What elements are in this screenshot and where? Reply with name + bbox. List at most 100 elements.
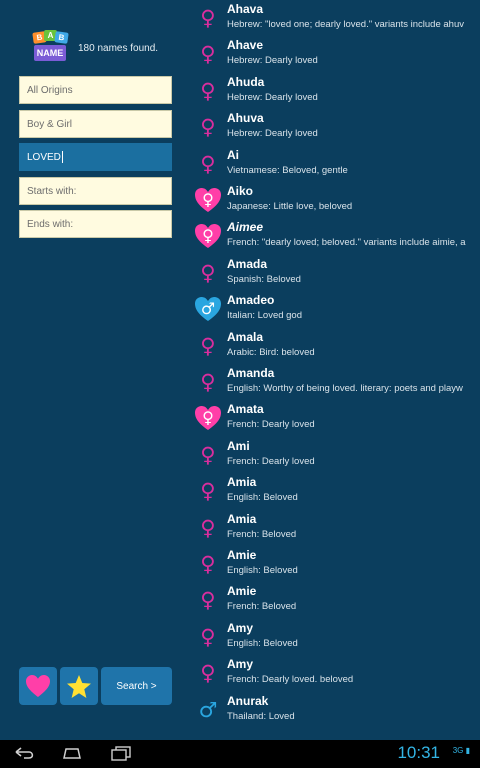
name-meaning: English: Beloved <box>227 492 298 504</box>
female-symbol-icon[interactable]: ♀ <box>194 659 222 687</box>
name-row[interactable]: ♀ Amanda English: Worthy of being loved. l… <box>190 364 480 400</box>
recent-apps-icon[interactable] <box>110 745 132 761</box>
name-title: Ami <box>227 438 250 453</box>
female-symbol-icon: ♀ <box>202 190 214 209</box>
female-symbol-icon[interactable]: ♀ <box>194 550 222 578</box>
name-title: Ahava <box>227 2 264 16</box>
name-meaning: Spanish: Beloved <box>227 273 301 285</box>
name-row[interactable]: ♀ Aiko Japanese: Little love, beloved <box>190 182 480 218</box>
header: B A B NAME 180 names found. <box>30 30 158 66</box>
name-meaning: English: Beloved <box>227 637 298 649</box>
results-count: 180 names found. <box>78 42 159 54</box>
name-meaning: Italian: Loved god <box>227 310 303 322</box>
search-button-label: Search > <box>116 680 157 692</box>
name-title: Ahuva <box>227 111 264 126</box>
name-meaning: Hebrew: Dearly loved <box>227 91 318 103</box>
name-title: Aimee <box>227 220 264 235</box>
gender-select[interactable]: Boy & Girl <box>19 110 172 138</box>
name-row[interactable]: ♀ Amata French: Dearly loved <box>190 400 480 436</box>
name-meaning: French: "dearly loved; beloved." variant… <box>227 237 466 249</box>
starts-with-input[interactable]: Starts with: <box>19 177 172 205</box>
name-row[interactable]: ♂ Amadeo Italian: Loved god <box>190 291 480 327</box>
name-row[interactable]: ♀ Amia French: Beloved <box>190 510 480 546</box>
name-row[interactable]: ♀ Amie French: Beloved <box>190 582 480 618</box>
name-title: Amala <box>227 329 264 344</box>
female-symbol-icon[interactable]: ♀ <box>194 259 222 287</box>
name-row[interactable]: ♀ Aimee French: "dearly loved; beloved." v… <box>190 218 480 254</box>
favorites-button[interactable] <box>19 667 57 705</box>
star-icon <box>67 674 91 698</box>
name-row[interactable]: ♀ Amie English: Beloved <box>190 546 480 582</box>
female-symbol-icon[interactable]: ♀ <box>194 586 222 614</box>
female-symbol-icon[interactable]: ♀ <box>194 40 222 68</box>
name-meaning: French: Beloved <box>227 528 297 540</box>
search-sidebar: B A B NAME 180 names found. All Origins … <box>0 0 190 740</box>
name-meaning: French: Dearly loved <box>227 455 315 467</box>
name-row[interactable]: ♀ Ahuda Hebrew: Dearly loved <box>190 73 480 109</box>
name-title: Amadeo <box>227 293 275 308</box>
name-title: Amanda <box>227 366 275 380</box>
heart-icon <box>26 675 50 697</box>
name-row[interactable]: ♂ Anurak Thailand: Loved <box>190 692 480 728</box>
name-title: Ai <box>227 147 239 162</box>
favorite-heart-icon[interactable]: ♂ <box>194 295 222 323</box>
female-symbol-icon[interactable]: ♀ <box>194 150 222 178</box>
name-title: Amy <box>227 657 254 672</box>
name-meaning: French: Dearly loved. beloved <box>227 674 354 686</box>
name-row[interactable]: ♀ Amada Spanish: Beloved <box>190 255 480 291</box>
name-row[interactable]: ♀ Amy English: Beloved <box>190 619 480 655</box>
signal-label: 3G <box>452 746 464 755</box>
female-symbol-icon[interactable]: ♀ <box>194 368 222 396</box>
favorite-heart-icon[interactable]: ♀ <box>194 222 222 250</box>
name-row[interactable]: ♀ Ahuva Hebrew: Dearly loved <box>190 109 480 145</box>
female-symbol-icon[interactable]: ♀ <box>194 623 222 651</box>
origin-select[interactable]: All Origins <box>19 76 172 104</box>
starred-button[interactable] <box>60 667 98 705</box>
name-row[interactable]: ♀ Amy French: Dearly loved. beloved <box>190 655 480 691</box>
name-title: Ahave <box>227 38 264 53</box>
female-symbol-icon[interactable]: ♀ <box>194 113 222 141</box>
name-row[interactable]: ♀ Amia English: Beloved <box>190 473 480 509</box>
signal-indicator: 3G ▮ <box>452 746 470 755</box>
male-symbol-icon[interactable]: ♂ <box>194 696 222 724</box>
female-symbol-icon: ♀ <box>202 408 214 428</box>
back-icon[interactable] <box>14 746 36 760</box>
female-symbol-icon[interactable]: ♀ <box>194 514 222 542</box>
name-meaning: English: Worthy of being loved. literary… <box>227 383 463 394</box>
female-symbol-icon[interactable]: ♀ <box>194 332 222 360</box>
male-symbol-icon: ♂ <box>200 299 216 319</box>
name-title: Anurak <box>227 693 269 708</box>
name-row[interactable]: ♀ Ami French: Dearly loved <box>190 437 480 473</box>
meaning-input-value: LOVED <box>27 152 61 163</box>
name-meaning: Hebrew: Dearly loved <box>227 128 318 140</box>
name-title: Amada <box>227 256 268 271</box>
female-symbol-icon: ♀ <box>202 226 214 246</box>
logo-block: NAME <box>34 45 66 61</box>
name-row[interactable]: ♀ Ahava Hebrew: "loved one; dearly loved."… <box>190 0 480 36</box>
name-title: Amy <box>227 620 254 635</box>
name-row[interactable]: ♀ Ahave Hebrew: Dearly loved <box>190 36 480 72</box>
favorite-heart-icon[interactable]: ♀ <box>194 186 222 214</box>
name-meaning: Vietnamese: Beloved, gentle <box>227 164 348 176</box>
text-cursor <box>61 151 63 164</box>
home-icon[interactable] <box>60 747 84 759</box>
name-meaning: Hebrew: Dearly loved <box>227 55 318 67</box>
favorite-heart-icon[interactable]: ♀ <box>194 404 222 432</box>
name-list[interactable]: ♀ Ahava Hebrew: "loved one; dearly loved."… <box>190 0 480 740</box>
name-title: Amie <box>227 584 257 599</box>
ends-with-input[interactable]: Ends with: <box>19 210 172 238</box>
search-button[interactable]: Search > <box>101 667 172 705</box>
name-meaning: Hebrew: "loved one; dearly loved." varia… <box>227 19 464 30</box>
female-symbol-icon[interactable]: ♀ <box>194 77 222 105</box>
female-symbol-icon[interactable]: ♀ <box>194 4 222 32</box>
name-title: Amia <box>227 511 257 526</box>
name-title: Amie <box>227 548 257 562</box>
name-title: Amata <box>227 402 264 417</box>
baby-name-logo: B A B NAME <box>30 30 70 66</box>
female-symbol-icon[interactable]: ♀ <box>194 441 222 469</box>
female-symbol-icon[interactable]: ♀ <box>194 477 222 505</box>
name-row[interactable]: ♀ Amala Arabic: Bird: beloved <box>190 328 480 364</box>
name-row[interactable]: ♀ Ai Vietnamese: Beloved, gentle <box>190 146 480 182</box>
meaning-input[interactable]: LOVED <box>19 143 172 171</box>
clock: 10:31 <box>397 743 440 762</box>
